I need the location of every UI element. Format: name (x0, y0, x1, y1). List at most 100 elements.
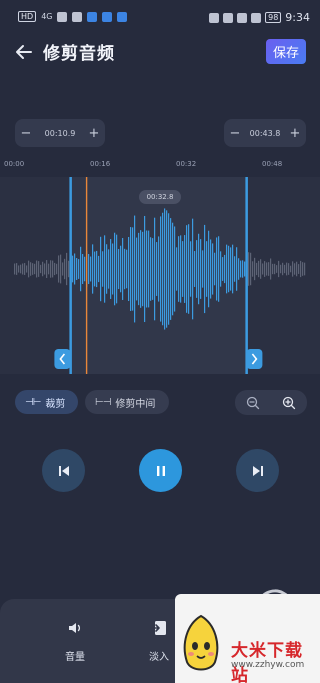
waveform-bar (170, 218, 172, 320)
waveform-editor[interactable]: 00:32.8 (0, 177, 320, 374)
waveform-bar (52, 260, 54, 278)
battery-icon: 98 (265, 12, 282, 23)
unselected-region (0, 177, 71, 374)
waveform-bar (142, 231, 144, 307)
bluetooth-icon (237, 12, 248, 23)
waveform-bar (128, 236, 130, 302)
waveform-bar (110, 239, 112, 299)
waveform-bar (252, 261, 254, 277)
waveform-bar (18, 265, 20, 273)
waveform-bar (190, 241, 192, 297)
waveform-bar (168, 213, 170, 325)
selection-start-handle[interactable] (69, 177, 72, 374)
waveform-bar (78, 259, 80, 279)
waveform-bar (76, 258, 78, 280)
waveform-bar (266, 262, 268, 276)
waveform-bar (248, 252, 250, 286)
save-button[interactable]: 保存 (266, 39, 306, 64)
signal-label: 4G (41, 12, 53, 21)
waveform-bar (218, 236, 220, 302)
waveform-bar (236, 247, 238, 291)
trim-middle-chip[interactable]: ⊢⊣ 修剪中间 (85, 390, 169, 414)
app-notification-icon-2 (102, 11, 113, 22)
waveform-bar (106, 244, 108, 294)
waveform-bar (20, 264, 22, 274)
end-increment-button[interactable]: + (284, 126, 306, 141)
waveform-bar (160, 216, 162, 322)
zoom-out-icon (246, 396, 260, 409)
skip-next-button[interactable] (236, 449, 279, 492)
fade-in-icon (150, 621, 166, 635)
tick-label: 00:32 (176, 160, 197, 168)
waveform-bar (134, 215, 136, 323)
waveform-bar (116, 234, 118, 304)
waveform[interactable] (0, 177, 320, 374)
selection-end-handle-knob[interactable] (246, 349, 263, 369)
waveform-bar (16, 263, 18, 275)
waveform-bar (66, 252, 68, 286)
selection-start-handle-knob[interactable] (54, 349, 71, 369)
waveform-bar (120, 245, 122, 293)
waveform-bar (74, 253, 76, 285)
waveform-bar (244, 261, 246, 277)
waveform-bar (126, 249, 128, 289)
waveform-bar (228, 245, 230, 293)
playhead-line (85, 177, 88, 374)
end-decrement-button[interactable]: − (224, 126, 246, 141)
waveform-bar (304, 262, 306, 276)
waveform-bar (140, 230, 142, 308)
waveform-bar (250, 252, 252, 286)
waveform-bar (56, 263, 58, 275)
waveform-bar (262, 263, 264, 275)
waveform-bar (174, 226, 176, 312)
waveform-bar (254, 257, 256, 281)
waveform-bar (34, 263, 36, 275)
trim-ends-icon: ⊣⊢ (25, 396, 41, 408)
page-title: 修剪音频 (43, 44, 115, 64)
waveform-bar (102, 251, 104, 287)
waveform-bar (288, 263, 290, 275)
waveform-bar (202, 250, 204, 288)
waveform-bar (130, 227, 132, 311)
back-button[interactable] (12, 40, 36, 64)
waveform-bar (278, 260, 280, 278)
start-decrement-button[interactable]: − (15, 126, 37, 141)
zoom-out-button[interactable] (243, 393, 263, 413)
waveform-bar (84, 256, 86, 282)
zoom-in-button[interactable] (279, 393, 299, 413)
trim-mode-chip[interactable]: ⊣⊢ 裁剪 (15, 390, 78, 414)
waveform-bar (286, 262, 288, 276)
waveform-bar (58, 255, 60, 283)
waveform-bar (156, 242, 158, 296)
signal-icon (57, 11, 68, 22)
waveform-bar (88, 253, 90, 285)
start-increment-button[interactable]: + (83, 126, 105, 141)
zoom-in-icon (282, 396, 296, 409)
waveform-bar (48, 263, 50, 275)
volume-tool[interactable]: 音量 (50, 619, 100, 663)
waveform-bar (72, 255, 74, 283)
waveform-bar (32, 263, 34, 275)
waveform-bar (282, 262, 284, 276)
waveform-bar (144, 215, 146, 323)
waveform-bar (40, 264, 42, 274)
waveform-bar (62, 262, 64, 276)
tick-label: 00:16 (90, 160, 111, 168)
play-pause-button[interactable] (139, 449, 182, 492)
waveform-bar (234, 256, 236, 282)
watermark-url: www.zzhyw.com (231, 660, 305, 670)
header: 修剪音频 保存 (0, 36, 320, 68)
waveform-bar (50, 260, 52, 278)
pause-icon (156, 465, 165, 476)
waveform-bar (242, 260, 244, 278)
waveform-bar (36, 260, 38, 278)
waveform-bar (44, 263, 46, 275)
skip-previous-button[interactable] (42, 449, 85, 492)
waveform-bar (92, 244, 94, 294)
waveform-bar (30, 262, 32, 276)
waveform-bar (150, 237, 152, 301)
waveform-bar (212, 243, 214, 295)
waveform-bar (206, 241, 208, 297)
waveform-bar (226, 244, 228, 294)
selection-end-handle[interactable] (245, 177, 248, 374)
